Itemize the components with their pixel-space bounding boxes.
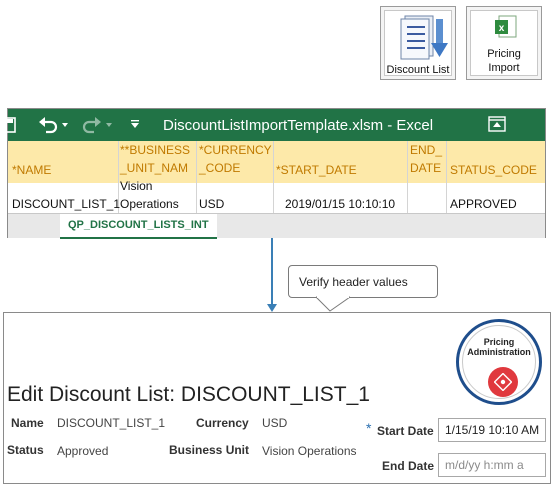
start-date-label: Start Date	[377, 424, 434, 438]
end-date-label: End Date	[382, 459, 435, 473]
callout-text: Verify header values	[299, 275, 408, 289]
cell-bu-1[interactable]: Vision	[120, 179, 152, 194]
page-title: Edit Discount List: DISCOUNT_LIST_1	[7, 383, 370, 406]
business-unit-value: Vision Operations	[262, 444, 357, 458]
undo-icon[interactable]	[38, 116, 58, 134]
discount-list-label: Discount List	[386, 64, 450, 76]
status-value: Approved	[57, 444, 109, 458]
pricing-tag-icon	[488, 367, 518, 397]
excel-workbook-icon: x	[495, 15, 517, 38]
sheet-tab-bar: QP_DISCOUNT_LISTS_INT	[8, 213, 545, 239]
workbook-title: DiscountListImportTemplate.xlsm - Excel	[163, 117, 434, 134]
save-icon[interactable]	[4, 117, 16, 133]
cell-start-date[interactable]: 2019/01/15 10:10:10	[285, 197, 395, 212]
header-name: *NAME	[12, 163, 52, 177]
cell-currency[interactable]: USD	[199, 197, 224, 212]
undo-dropdown-icon[interactable]	[62, 123, 68, 127]
pricing-administration-badge: Pricing Administration	[456, 319, 542, 405]
connector-line	[271, 238, 273, 308]
business-unit-label: Business Unit	[169, 443, 250, 457]
header-end-date-2: DATE	[410, 161, 442, 175]
cell-name[interactable]: DISCOUNT_LIST_1	[12, 197, 120, 212]
required-indicator: *	[366, 420, 372, 436]
cell-bu-2[interactable]: Operations	[120, 197, 179, 212]
pricing-import-label-2: Import	[488, 62, 520, 74]
pricing-import-tile[interactable]: x Pricing Import	[466, 6, 542, 80]
currency-label: Currency	[196, 416, 249, 430]
header-status: STATUS_CODE	[450, 163, 537, 177]
header-end-date-1: END_	[410, 143, 443, 157]
header-currency-1: *CURRENCY	[199, 143, 272, 157]
discount-list-tile[interactable]: Discount List	[380, 6, 456, 80]
arrow-down-icon	[267, 304, 277, 312]
callout-pointer	[316, 296, 350, 312]
badge-label-1: Pricing	[483, 337, 515, 347]
discount-list-icon	[400, 15, 448, 60]
redo-icon	[82, 117, 101, 134]
header-start-date: *START_DATE	[276, 163, 357, 177]
start-date-input[interactable]: 1/15/19 10:10 AM	[438, 418, 546, 442]
excel-window: DiscountListImportTemplate.xlsm - Excel …	[4, 108, 546, 239]
name-value: DISCOUNT_LIST_1	[57, 416, 166, 430]
sheet-tab-discount-lists[interactable]: QP_DISCOUNT_LISTS_INT	[60, 214, 217, 239]
excel-title-bar: DiscountListImportTemplate.xlsm - Excel	[4, 109, 545, 141]
svg-text:x: x	[499, 23, 505, 34]
cell-status[interactable]: APPROVED	[450, 197, 517, 212]
customize-toolbar-icon[interactable]	[131, 120, 139, 128]
header-bu-2: _UNIT_NAM	[120, 161, 189, 175]
pricing-import-label-1: Pricing	[487, 48, 521, 60]
currency-value: USD	[262, 416, 288, 430]
header-bu-1: **BUSINESS	[120, 143, 191, 157]
badge-label-2: Administration	[467, 347, 531, 357]
header-currency-2: _CODE	[199, 161, 241, 175]
redo-dropdown-icon	[106, 123, 112, 127]
end-date-input[interactable]: m/d/yy h:mm a	[438, 453, 546, 477]
callout-box: Verify header values	[288, 265, 438, 298]
ribbon-display-options-icon[interactable]	[488, 116, 506, 132]
status-label: Status	[7, 443, 44, 457]
name-label: Name	[11, 416, 44, 430]
